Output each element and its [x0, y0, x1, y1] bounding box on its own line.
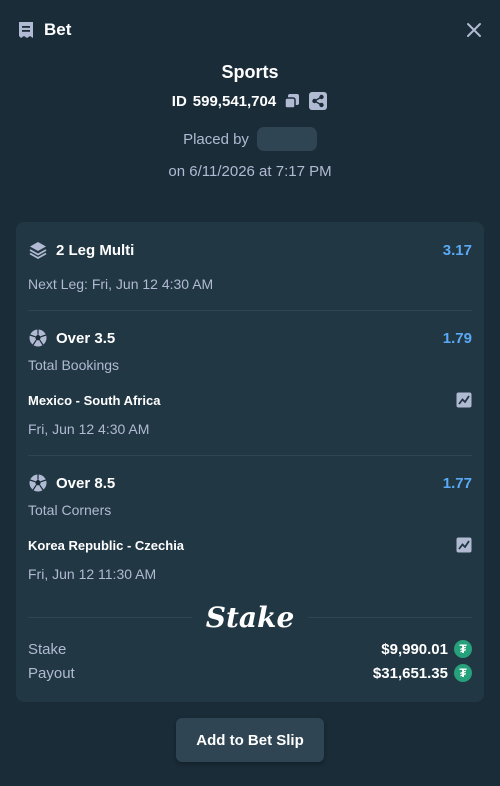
leg-market: Total Corners: [28, 502, 112, 518]
leg-header: Over 8.5 1.77: [28, 473, 472, 493]
payout-label: Payout: [28, 664, 75, 682]
bet-id-value: 599,541,704: [192, 92, 277, 110]
soccer-ball-icon: [29, 329, 47, 347]
bet-id-row: ID 599,541,704: [0, 91, 500, 111]
multi-header: 2 Leg Multi 3.17: [28, 240, 472, 260]
leg-header: Over 3.5 1.79: [28, 328, 472, 348]
chart-icon[interactable]: [456, 537, 472, 553]
leg-title: Over 3.5: [56, 329, 116, 347]
next-leg: Next Leg: Fri, Jun 12 4:30 AM: [28, 276, 214, 292]
tether-icon: ₮: [454, 664, 472, 682]
stake-amount: $9,990.01: [381, 640, 448, 658]
modal-title: Bet: [44, 20, 72, 39]
bet-slip-icon: [19, 22, 33, 38]
share-icon[interactable]: [308, 91, 328, 111]
modal-header: Bet: [0, 0, 500, 60]
leg-time: Fri, Jun 12 4:30 AM: [28, 421, 150, 437]
tether-icon: ₮: [454, 640, 472, 658]
divider: [28, 616, 192, 618]
payout-row: Payout $31,651.35 ₮: [28, 664, 472, 682]
divider: [308, 616, 473, 618]
brand-divider: Stake: [28, 600, 473, 634]
leg-market: Total Bookings: [28, 357, 120, 373]
chart-icon[interactable]: [456, 392, 472, 408]
placed-by-row: Placed by: [0, 127, 500, 151]
close-icon[interactable]: [464, 20, 484, 40]
leg-odds: 1.79: [442, 329, 472, 347]
sport-title: Sports: [221, 62, 279, 82]
stake-row: Stake $9,990.01 ₮: [28, 640, 472, 658]
multi-title: 2 Leg Multi: [56, 241, 135, 259]
leg-match-row: Mexico - South Africa: [28, 392, 472, 408]
multi-odds: 3.17: [442, 241, 472, 259]
layers-icon: [29, 242, 47, 260]
leg-match[interactable]: Korea Republic - Czechia: [28, 538, 184, 553]
leg-title: Over 8.5: [56, 474, 116, 492]
payout-amount: $31,651.35: [372, 664, 448, 682]
leg-match-row: Korea Republic - Czechia: [28, 537, 472, 553]
bet-summary: Sports ID 599,541,704 Placed by on 6/11/…: [0, 62, 500, 180]
hidden-username[interactable]: [256, 127, 317, 151]
placed-date: on 6/11/2026 at 7:17 PM: [168, 163, 332, 180]
placed-by-label: Placed by: [183, 130, 249, 148]
stake-logo: Stake: [205, 600, 295, 634]
divider: [28, 455, 472, 456]
leg-match[interactable]: Mexico - South Africa: [28, 393, 160, 408]
bet-details-card: 2 Leg Multi 3.17 Next Leg: Fri, Jun 12 4…: [16, 222, 484, 702]
copy-icon[interactable]: [282, 91, 302, 111]
leg-odds: 1.77: [442, 474, 472, 492]
leg-time: Fri, Jun 12 11:30 AM: [28, 566, 157, 582]
divider: [28, 310, 472, 311]
soccer-ball-icon: [29, 474, 47, 492]
add-to-bet-slip-button[interactable]: Add to Bet Slip: [176, 718, 324, 762]
bet-id-prefix: ID: [171, 92, 187, 110]
stake-label: Stake: [28, 640, 67, 658]
